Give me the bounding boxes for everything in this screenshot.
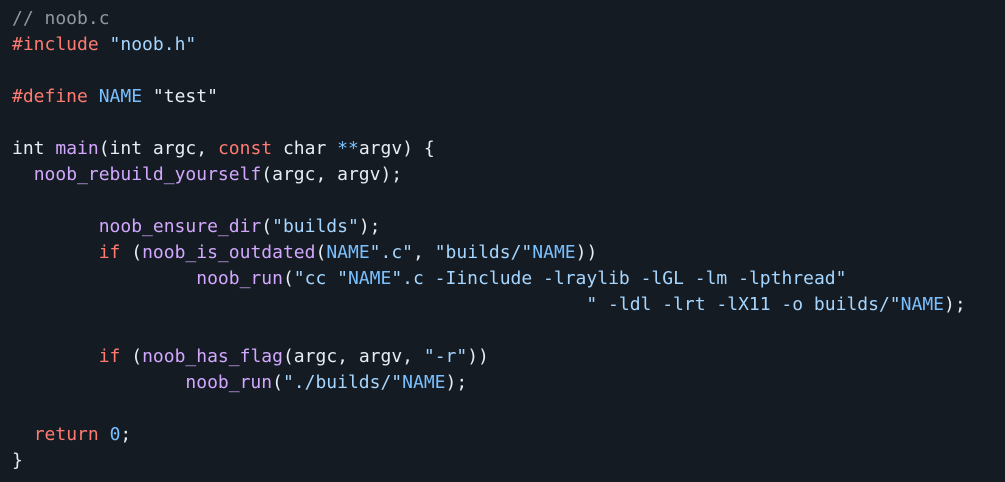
code-line[interactable]: " -ldl -lrt -lX11 -o builds/"NAME); xyxy=(12,292,1005,318)
code-line[interactable]: noob_rebuild_yourself(argc, argv); xyxy=(12,162,1005,188)
code-editor[interactable]: // noob.c #include "noob.h" #define NAME … xyxy=(0,0,1005,482)
code-line[interactable]: // noob.c xyxy=(12,6,1005,32)
code-line[interactable]: #include "noob.h" xyxy=(12,32,1005,58)
code-line[interactable]: #define NAME "test" xyxy=(12,84,1005,110)
text-token: ( xyxy=(120,346,143,367)
text-token: ( xyxy=(272,372,283,393)
code-line[interactable] xyxy=(12,188,1005,214)
text-token: ); xyxy=(358,216,381,237)
function-token: noob_rebuild_yourself xyxy=(33,164,262,185)
string-token: "cc " xyxy=(293,268,348,289)
constant-token: ** xyxy=(337,138,359,159)
keyword-token: #include xyxy=(12,34,99,55)
code-line[interactable]: noob_run("./builds/"NAME); xyxy=(12,370,1005,396)
string-token: "-r" xyxy=(423,346,468,367)
text-token: (int argc, xyxy=(98,138,218,159)
text-token: ); xyxy=(944,294,966,315)
string-token: " -ldl -lrt -lX11 -o builds/" xyxy=(586,294,901,315)
constant-token: NAME xyxy=(532,242,576,263)
code-line[interactable]: if (noob_is_outdated(NAME".c", "builds/"… xyxy=(12,240,1005,266)
code-line[interactable]: noob_ensure_dir("builds"); xyxy=(12,214,1005,240)
string-token: "builds" xyxy=(272,216,359,237)
code-line[interactable]: int main(int argc, const char **argv) { xyxy=(12,136,1005,162)
keyword-token: #define xyxy=(12,86,88,107)
code-line[interactable] xyxy=(12,318,1005,344)
text-token: ); xyxy=(445,372,468,393)
function-token: noob_has_flag xyxy=(142,346,283,367)
function-token: noob_is_outdated xyxy=(142,242,316,263)
code-line[interactable]: return 0; xyxy=(12,422,1005,448)
constant-token: NAME xyxy=(402,372,446,393)
text-token: "test" xyxy=(142,86,218,107)
string-token: ".c" xyxy=(369,242,414,263)
text-token: (argc, argv); xyxy=(261,164,403,185)
function-token: noob_run xyxy=(185,372,273,393)
constant-token: NAME xyxy=(98,86,143,107)
text-token: argv) { xyxy=(358,138,435,159)
text-token: ( xyxy=(315,242,327,263)
keyword-token: if xyxy=(98,346,121,367)
function-token: noob_ensure_dir xyxy=(98,216,262,237)
constant-token: 0 xyxy=(109,424,121,445)
function-token: main xyxy=(55,138,99,159)
text-token: int xyxy=(12,138,56,159)
string-token: "./builds/" xyxy=(282,372,403,393)
code-line[interactable] xyxy=(12,110,1005,136)
string-token: ".c -Iinclude -lraylib -lGL -lm -lpthrea… xyxy=(391,268,847,289)
text-token: ( xyxy=(120,242,143,263)
code-line[interactable] xyxy=(12,396,1005,422)
text-token: ( xyxy=(261,216,273,237)
text-token: (argc, argv, xyxy=(282,346,424,367)
text-token: char xyxy=(272,138,338,159)
constant-token: NAME xyxy=(347,268,392,289)
text-token: ; xyxy=(120,424,132,445)
keyword-token: return xyxy=(33,424,99,445)
text-token: )) xyxy=(575,242,598,263)
code-block[interactable]: // noob.c #include "noob.h" #define NAME … xyxy=(12,6,1005,474)
comment-token: // noob.c xyxy=(12,8,110,29)
keyword-token: if xyxy=(98,242,121,263)
constant-token: NAME xyxy=(900,294,944,315)
string-token: "noob.h" xyxy=(109,34,197,55)
text-token: ( xyxy=(282,268,294,289)
code-line[interactable]: if (noob_has_flag(argc, argv, "-r")) xyxy=(12,344,1005,370)
text-token: )) xyxy=(467,346,489,367)
code-line[interactable]: } xyxy=(12,448,1005,474)
function-token: noob_run xyxy=(196,268,283,289)
text-token: } xyxy=(12,450,23,471)
code-line[interactable] xyxy=(12,58,1005,84)
code-line[interactable]: noob_run("cc "NAME".c -Iinclude -lraylib… xyxy=(12,266,1005,292)
text-token: , xyxy=(413,242,435,263)
keyword-token: const xyxy=(217,138,273,159)
constant-token: NAME xyxy=(326,242,370,263)
string-token: "builds/" xyxy=(434,242,533,263)
